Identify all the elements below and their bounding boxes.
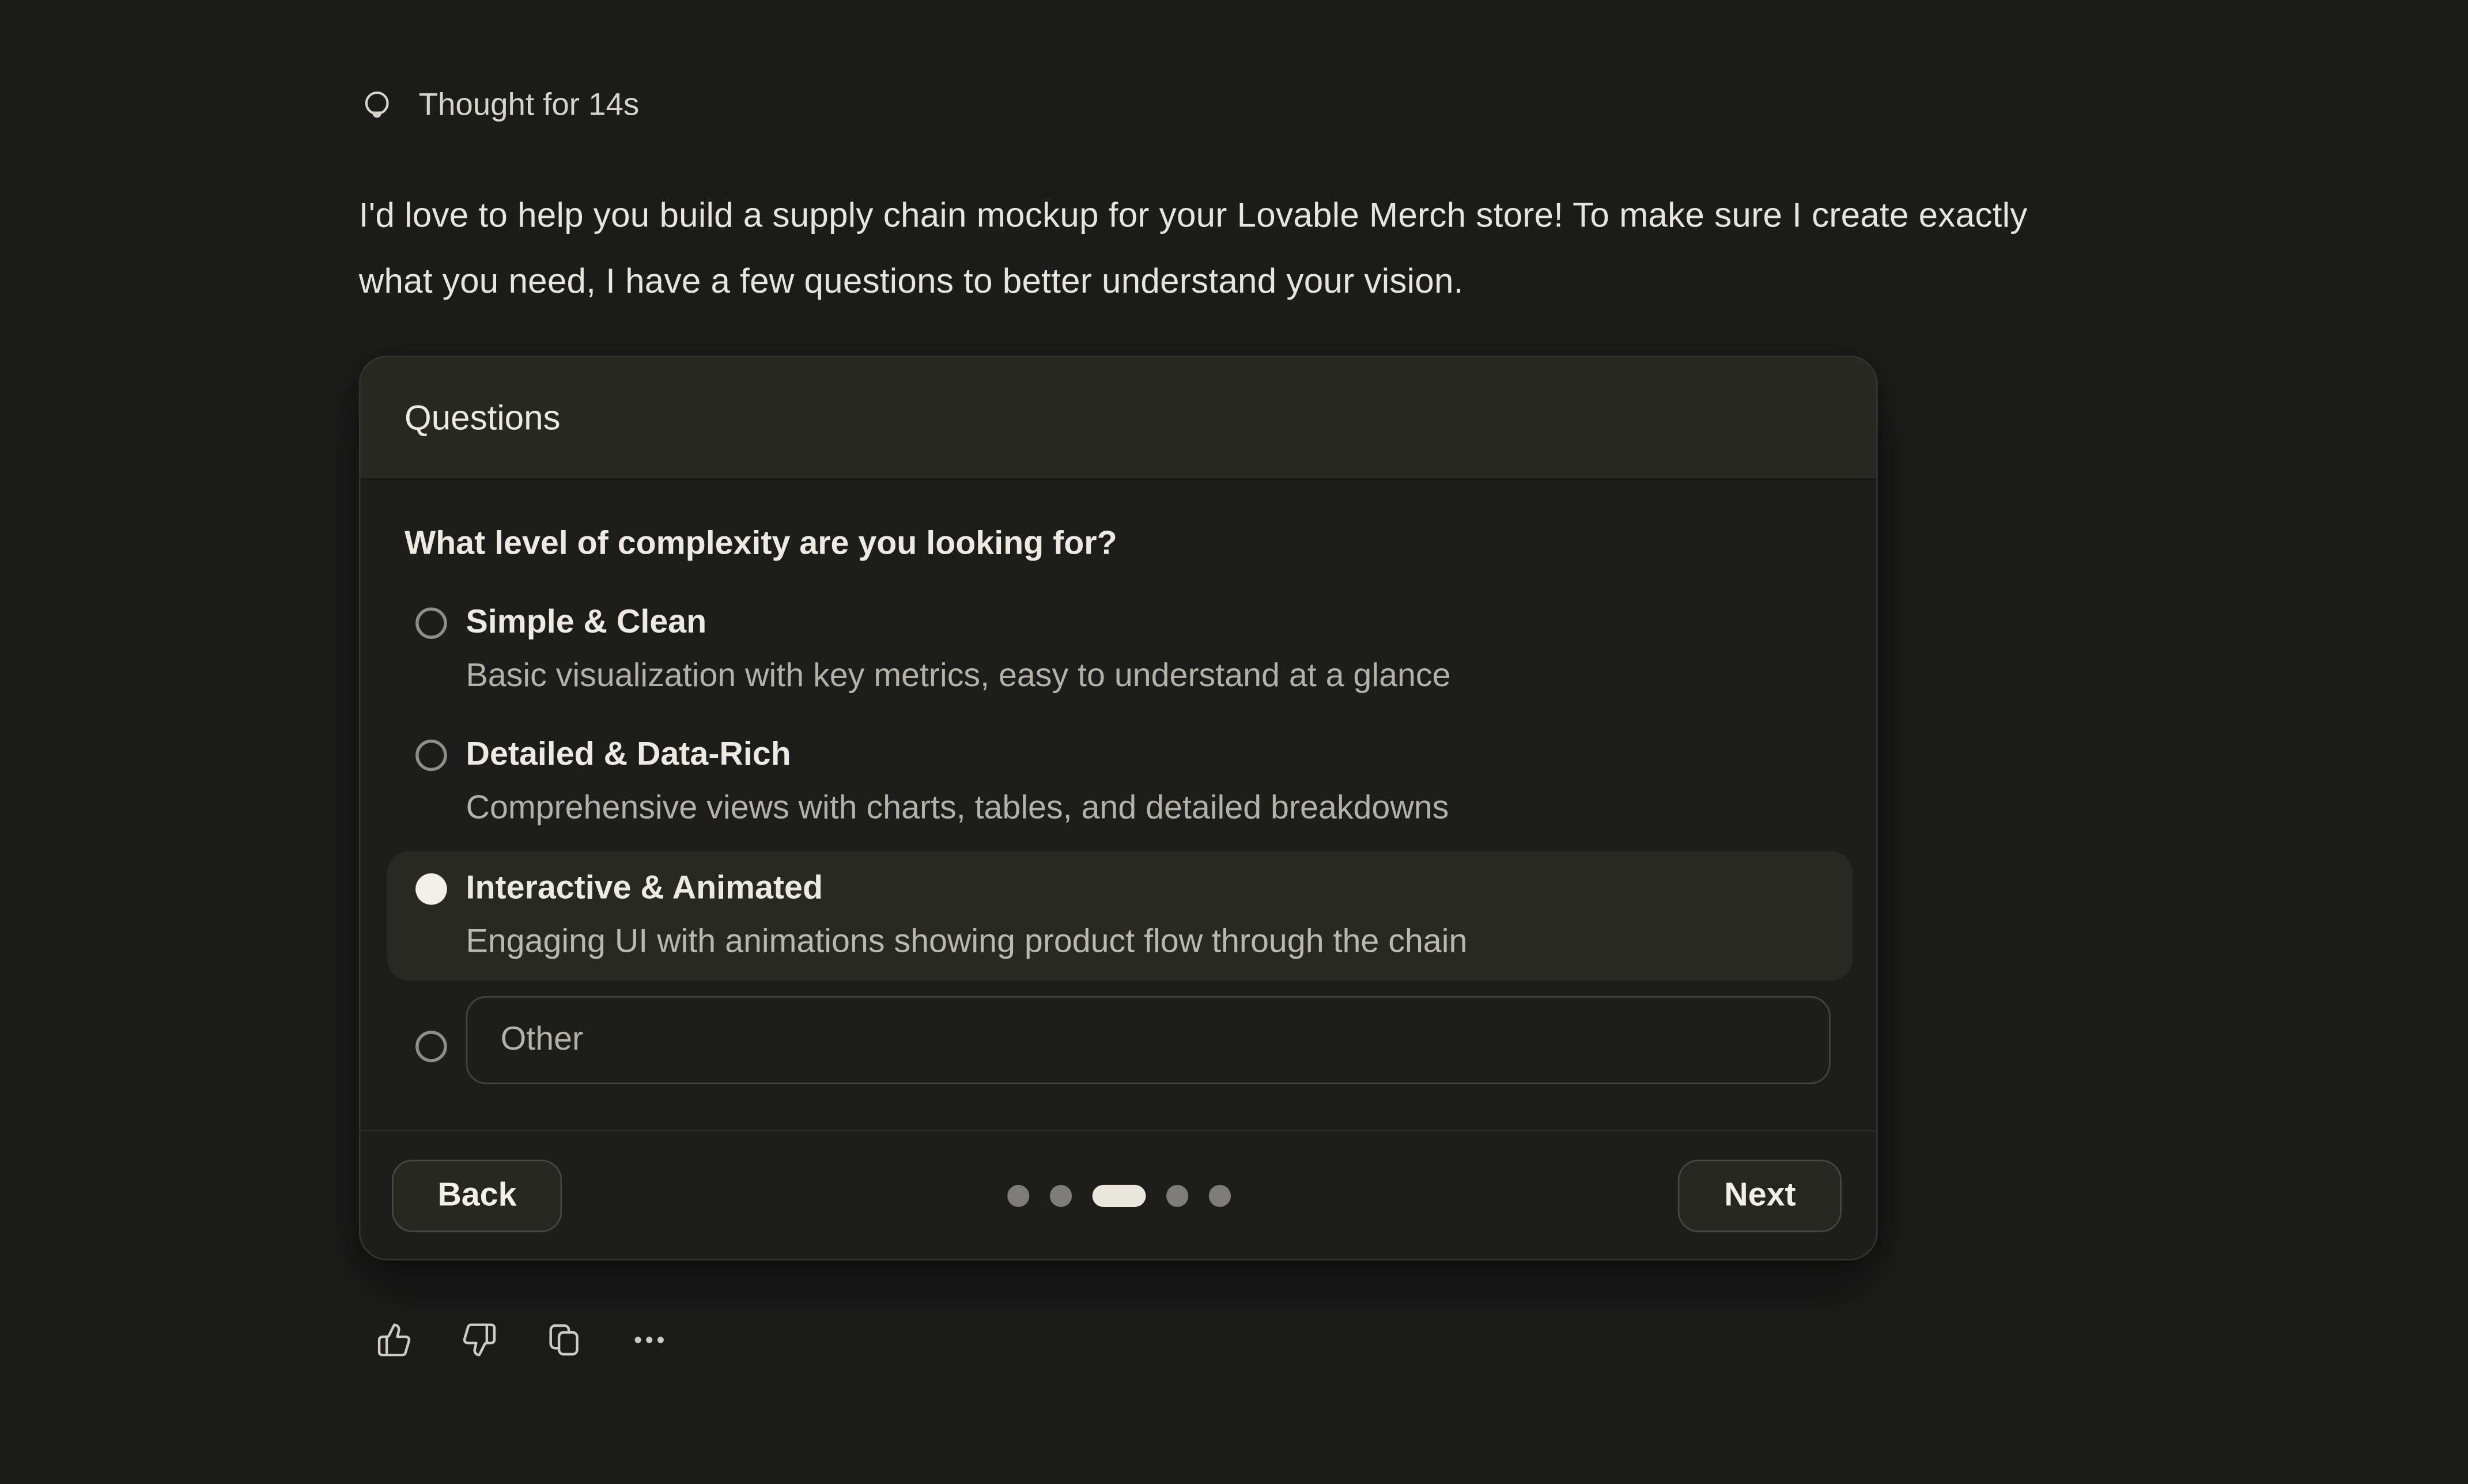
assistant-paragraph: I'd love to help you build a supply chai…	[359, 183, 2031, 315]
thought-label: Thought for 14s	[419, 88, 640, 124]
thumbs-down-button[interactable]	[461, 1322, 497, 1358]
copy-button[interactable]	[546, 1322, 583, 1358]
option-title: Detailed & Data-Rich	[466, 729, 1449, 782]
message-actions	[376, 1322, 2216, 1358]
pagination-dot	[1208, 1184, 1230, 1206]
thought-toggle[interactable]: Thought for 14s	[359, 85, 639, 126]
card-title: Questions	[405, 398, 561, 438]
lightbulb-icon	[359, 88, 395, 124]
questions-card-footer: Back Next	[361, 1130, 1876, 1259]
option-interactive-animated[interactable]: Interactive & Animated Engaging UI with …	[387, 851, 1853, 980]
option-title: Simple & Clean	[466, 596, 1451, 650]
option-description: Basic visualization with key metrics, ea…	[466, 650, 1451, 703]
copy-icon	[546, 1322, 583, 1358]
back-button[interactable]: Back	[392, 1159, 562, 1232]
option-text: Simple & Clean Basic visualization with …	[466, 596, 1451, 703]
chat-message-area: Thought for 14s I'd love to help you bui…	[0, 0, 2468, 1484]
pagination-dot-active	[1091, 1184, 1145, 1206]
option-text: Detailed & Data-Rich Comprehensive views…	[466, 729, 1449, 836]
option-simple-clean[interactable]: Simple & Clean Basic visualization with …	[387, 587, 1853, 713]
next-button[interactable]: Next	[1679, 1159, 1842, 1232]
question-text: What level of complexity are you looking…	[405, 525, 1853, 563]
pagination-dot	[1166, 1184, 1188, 1206]
thumbs-down-icon	[461, 1322, 497, 1358]
questions-card: Questions What level of complexity are y…	[359, 355, 1878, 1260]
radio-icon[interactable]	[415, 607, 447, 639]
radio-icon[interactable]	[415, 1030, 447, 1062]
questions-card-header: Questions	[361, 357, 1876, 480]
radio-icon[interactable]	[415, 740, 447, 771]
option-detailed-data-rich[interactable]: Detailed & Data-Rich Comprehensive views…	[387, 719, 1853, 845]
pagination-dot	[1049, 1184, 1071, 1206]
option-description: Comprehensive views with charts, tables,…	[466, 782, 1449, 836]
more-button[interactable]	[631, 1322, 667, 1358]
questions-card-body: What level of complexity are you looking…	[361, 480, 1876, 1130]
radio-icon[interactable]	[415, 873, 447, 905]
ellipsis-icon	[631, 1322, 667, 1358]
pagination-dots	[1007, 1184, 1230, 1206]
option-text: Interactive & Animated Engaging UI with …	[466, 862, 1468, 970]
pagination-dot	[1007, 1184, 1029, 1206]
assistant-message: Thought for 14s I'd love to help you bui…	[359, 85, 2216, 1358]
thumbs-up-button[interactable]	[376, 1322, 413, 1358]
other-input[interactable]	[466, 996, 1831, 1084]
option-other[interactable]	[387, 996, 1853, 1084]
thumbs-up-icon	[376, 1322, 413, 1358]
option-description: Engaging UI with animations showing prod…	[466, 916, 1468, 970]
option-title: Interactive & Animated	[466, 862, 1468, 916]
